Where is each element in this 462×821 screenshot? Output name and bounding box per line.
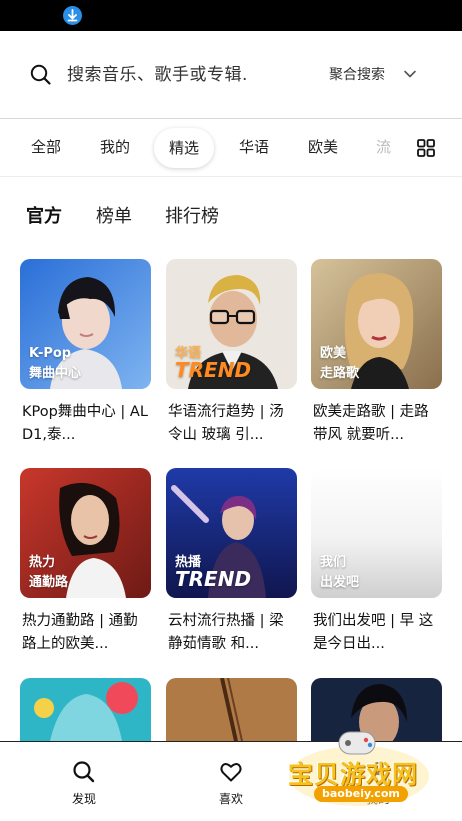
search-bar: 搜索音乐、歌手或专辑. 聚合搜索 bbox=[0, 31, 462, 119]
nav-label: 喜欢 bbox=[218, 792, 243, 806]
playlist-card[interactable]: 热力 通勤路 热力通勤路 | 通勤路上的欧美... bbox=[20, 468, 151, 652]
playlist-title[interactable]: 华语流行趋势 | 汤令山 玻璃 引... bbox=[168, 401, 298, 447]
tab-mine[interactable]: 我的 bbox=[100, 120, 130, 177]
cover-tag-line2: 走路歌 bbox=[320, 366, 360, 381]
playlist-card[interactable]: 热播 TREND 云村流行热播 | 梁静茹情歌 和... bbox=[166, 468, 297, 652]
playlist-title[interactable]: 云村流行热播 | 梁静茹情歌 和... bbox=[168, 610, 298, 656]
heart-icon bbox=[220, 763, 242, 782]
search-icon bbox=[73, 761, 95, 783]
download-icon bbox=[63, 6, 82, 25]
cover-tag-line2: 通勤路 bbox=[29, 575, 69, 590]
search-icon[interactable] bbox=[30, 63, 52, 87]
subtab-ranking[interactable]: 排行榜 bbox=[165, 204, 219, 230]
playlist-cover[interactable] bbox=[166, 678, 297, 741]
subtab-lists[interactable]: 榜单 bbox=[96, 204, 132, 230]
nav-discover[interactable]: 发现 bbox=[44, 742, 124, 821]
cover-tag-line2: TREND bbox=[175, 358, 252, 382]
playlist-cover[interactable]: 热力 通勤路 bbox=[20, 468, 151, 598]
playlist-card[interactable] bbox=[20, 678, 151, 741]
playlist-cover[interactable]: 热播 TREND bbox=[166, 468, 297, 598]
playlist-cover[interactable]: K-Pop 舞曲中心 bbox=[20, 259, 151, 389]
cover-tag-line1: K-Pop bbox=[29, 346, 72, 361]
tab-pop[interactable]: 流 bbox=[376, 120, 391, 177]
cover-tag-line2: TREND bbox=[175, 567, 252, 591]
playlist-cover[interactable]: 欧美 走路歌 bbox=[311, 259, 442, 389]
playlist-title[interactable]: KPop舞曲中心 | ALD1,泰... bbox=[22, 401, 152, 447]
status-bar bbox=[0, 0, 462, 31]
playlist-card[interactable]: 华语 TREND 华语流行趋势 | 汤令山 玻璃 引... bbox=[166, 259, 297, 443]
playlist-cover[interactable]: 华语 TREND bbox=[166, 259, 297, 389]
playlist-cover[interactable]: 我们 出发吧 bbox=[311, 468, 442, 598]
cover-tag-line1: 热力 bbox=[29, 555, 56, 570]
grid-icon[interactable] bbox=[417, 139, 435, 157]
playlist-title[interactable]: 欧美走路歌 | 走路带风 就要听... bbox=[313, 401, 443, 447]
search-mode-select[interactable]: 聚合搜索 bbox=[329, 64, 385, 86]
cover-tag-line2: 舞曲中心 bbox=[29, 366, 82, 381]
subtab-official[interactable]: 官方 bbox=[26, 204, 62, 230]
tab-all[interactable]: 全部 bbox=[31, 120, 61, 177]
watermark-url: baobeiy.com bbox=[314, 786, 408, 802]
category-tabs: 全部 我的 精选 华语 欧美 流 bbox=[0, 120, 462, 177]
playlist-card[interactable]: 我们 出发吧 我们出发吧 | 早 这是今日出... bbox=[311, 468, 442, 652]
chevron-down-icon[interactable] bbox=[403, 67, 417, 81]
playlist-card[interactable]: K-Pop 舞曲中心 KPop舞曲中心 | ALD1,泰... bbox=[20, 259, 151, 443]
playlist-card[interactable]: 欧美 走路歌 欧美走路歌 | 走路带风 就要听... bbox=[311, 259, 442, 443]
playlist-card[interactable] bbox=[166, 678, 297, 741]
cover-tag-line1: 我们 bbox=[320, 555, 347, 570]
nav-favorites[interactable]: 喜欢 bbox=[191, 742, 271, 821]
tab-chinese[interactable]: 华语 bbox=[239, 120, 269, 177]
tab-western[interactable]: 欧美 bbox=[308, 120, 338, 177]
tab-featured[interactable]: 精选 bbox=[154, 128, 215, 168]
playlist-cover[interactable] bbox=[20, 678, 151, 741]
watermark-logo: 宝贝游戏网 baobeiy.com bbox=[284, 728, 434, 808]
cover-tag-line1: 欧美 bbox=[320, 346, 347, 361]
cover-tag-line2: 出发吧 bbox=[320, 575, 360, 590]
playlist-title[interactable]: 我们出发吧 | 早 这是今日出... bbox=[313, 610, 443, 656]
nav-label: 发现 bbox=[71, 792, 96, 806]
search-input[interactable]: 搜索音乐、歌手或专辑. bbox=[67, 62, 307, 88]
playlist-title[interactable]: 热力通勤路 | 通勤路上的欧美... bbox=[22, 610, 152, 656]
